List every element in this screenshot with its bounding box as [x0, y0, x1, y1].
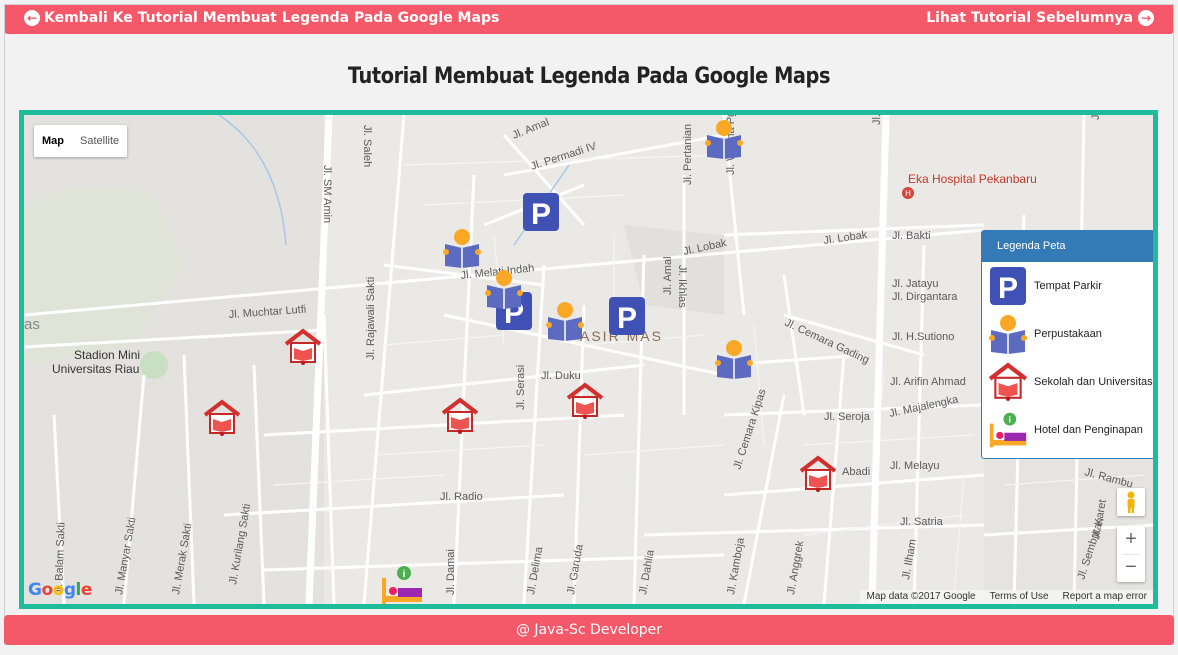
page-title: Tutorial Membuat Legenda Pada Google Map… [347, 64, 831, 89]
pegman-icon [1127, 491, 1135, 513]
school-marker[interactable] [203, 399, 241, 437]
svg-text:Jl. H.Sutiono: Jl. H.Sutiono [892, 331, 954, 343]
svg-text:Jl. Damai: Jl. Damai [445, 549, 457, 595]
svg-text:Jl. Radio: Jl. Radio [440, 491, 483, 503]
svg-text:Universitas Riau: Universitas Riau [52, 362, 139, 376]
map-type-satellite-button[interactable]: Satellite [72, 125, 127, 157]
arrow-left-circle-icon: ← [24, 10, 40, 26]
svg-text:Jl. Arifin Ahmad: Jl. Arifin Ahmad [890, 376, 966, 388]
svg-text:Jl. Ikhlas: Jl. Ikhlas [676, 265, 688, 308]
svg-text:as: as [24, 316, 40, 333]
legend-item-label: Tempat Parkir [1034, 280, 1102, 292]
school-marker[interactable] [799, 455, 837, 493]
zoom-divider [1122, 554, 1140, 555]
legend-item-parking: P Tempat Parkir [982, 262, 1153, 310]
top-navigation-bar: ← Kembali Ke Tutorial Membuat Legenda Pa… [4, 4, 1174, 34]
svg-text:i: i [403, 569, 406, 580]
svg-text:Jl. Bakti VI: Jl. Bakti VI [1090, 115, 1102, 120]
footer-credit: @ Java-Sc Developer [515, 622, 663, 638]
parking-marker[interactable]: P [608, 296, 646, 336]
hotel-marker[interactable]: i [380, 566, 424, 604]
parking-marker[interactable]: P [522, 192, 560, 232]
legend-item-label: Perpustakaan [1034, 328, 1102, 340]
svg-text:P: P [998, 272, 1018, 305]
school-marker[interactable] [566, 382, 604, 420]
zoom-control: + − [1117, 526, 1145, 582]
hotel-icon: i [989, 412, 1027, 448]
svg-text:Jl. Melayu: Jl. Melayu [890, 460, 940, 472]
svg-text:Jl. Amal: Jl. Amal [662, 256, 674, 295]
legend-title: Legenda Peta [982, 231, 1153, 262]
svg-text:Jl. Jatayu: Jl. Jatayu [892, 278, 938, 290]
svg-text:Stadion Mini: Stadion Mini [74, 348, 140, 362]
report-map-error-link[interactable]: Report a map error [1063, 590, 1147, 604]
map-container: Jl. Amal Jl. Permadi IV Jl. SM Amin Jl. … [19, 110, 1158, 609]
svg-text:Jl. Seroja: Jl. Seroja [824, 411, 871, 423]
google-map[interactable]: Jl. Amal Jl. Permadi IV Jl. SM Amin Jl. … [24, 115, 1153, 604]
back-to-tutorial-link[interactable]: ← Kembali Ke Tutorial Membuat Legenda Pa… [24, 10, 499, 26]
map-attribution: Map data ©2017 Google Terms of Use Repor… [860, 590, 1153, 604]
map-legend: Legenda Peta P Tempat Parkir Perpustakaa… [981, 230, 1153, 459]
svg-text:Jl. Dirgantara: Jl. Dirgantara [892, 291, 958, 303]
svg-text:Jl. Duku: Jl. Duku [541, 370, 581, 382]
svg-text:H: H [905, 189, 911, 198]
legend-item-label: Hotel dan Penginapan [1034, 424, 1143, 436]
svg-text:Jl. Soekarno - H: Jl. Soekarno - H [871, 115, 883, 125]
legend-item-library: Perpustakaan [982, 310, 1153, 358]
school-icon [988, 362, 1028, 401]
school-marker[interactable] [284, 328, 322, 366]
svg-text:Jl. Rajawali Sakti: Jl. Rajawali Sakti [365, 277, 377, 360]
svg-text:i: i [1009, 415, 1012, 425]
library-marker[interactable] [442, 228, 482, 268]
map-type-map-button[interactable]: Map [34, 125, 72, 157]
logo-letter: g [63, 580, 76, 600]
terms-of-use-link[interactable]: Terms of Use [990, 590, 1049, 604]
library-marker[interactable] [714, 339, 754, 379]
library-icon [989, 315, 1027, 354]
svg-text:Jl. Bakti: Jl. Bakti [892, 230, 931, 242]
logo-letter: e [80, 580, 93, 600]
svg-text:Jl. Satria: Jl. Satria [900, 516, 944, 528]
previous-link-label: Lihat Tutorial Sebelumnya [926, 10, 1133, 26]
svg-text:Jl. SM Amin: Jl. SM Amin [321, 165, 333, 223]
logo-letter: o [52, 580, 65, 600]
library-marker[interactable] [704, 119, 744, 159]
footer-bar: @ Java-Sc Developer [4, 615, 1174, 645]
arrow-right-circle-icon: → [1138, 10, 1154, 26]
map-data-credit: Map data ©2017 Google [866, 591, 976, 602]
svg-text:Jl. Serasi: Jl. Serasi [515, 365, 527, 410]
svg-text:P: P [531, 198, 551, 231]
zoom-out-button[interactable]: − [1117, 554, 1145, 582]
svg-text:Abadi: Abadi [842, 466, 870, 478]
logo-letter: G [28, 580, 42, 600]
back-link-label: Kembali Ke Tutorial Membuat Legenda Pada… [44, 10, 500, 26]
svg-text:Eka Hospital Pekanbaru: Eka Hospital Pekanbaru [908, 172, 1037, 186]
google-logo[interactable]: Google [28, 580, 92, 600]
legend-item-label: Sekolah dan Universitas [1034, 376, 1153, 388]
logo-letter: o [41, 580, 53, 600]
parking-icon: P [990, 267, 1026, 305]
school-marker[interactable] [441, 397, 479, 435]
previous-tutorial-link[interactable]: Lihat Tutorial Sebelumnya → [926, 10, 1154, 26]
legend-item-school: Sekolah dan Universitas [982, 358, 1153, 406]
map-type-control: Map Satellite [34, 125, 128, 157]
legend-item-hotel: i Hotel dan Penginapan [982, 406, 1153, 454]
svg-text:Jl. Pertanian: Jl. Pertanian [682, 124, 694, 185]
zoom-in-button[interactable]: + [1117, 526, 1145, 554]
svg-text:Jl. Saleh: Jl. Saleh [361, 125, 373, 167]
library-marker[interactable] [545, 301, 585, 341]
library-marker[interactable] [484, 269, 524, 309]
street-view-pegman[interactable] [1117, 488, 1145, 516]
svg-text:P: P [617, 302, 637, 335]
